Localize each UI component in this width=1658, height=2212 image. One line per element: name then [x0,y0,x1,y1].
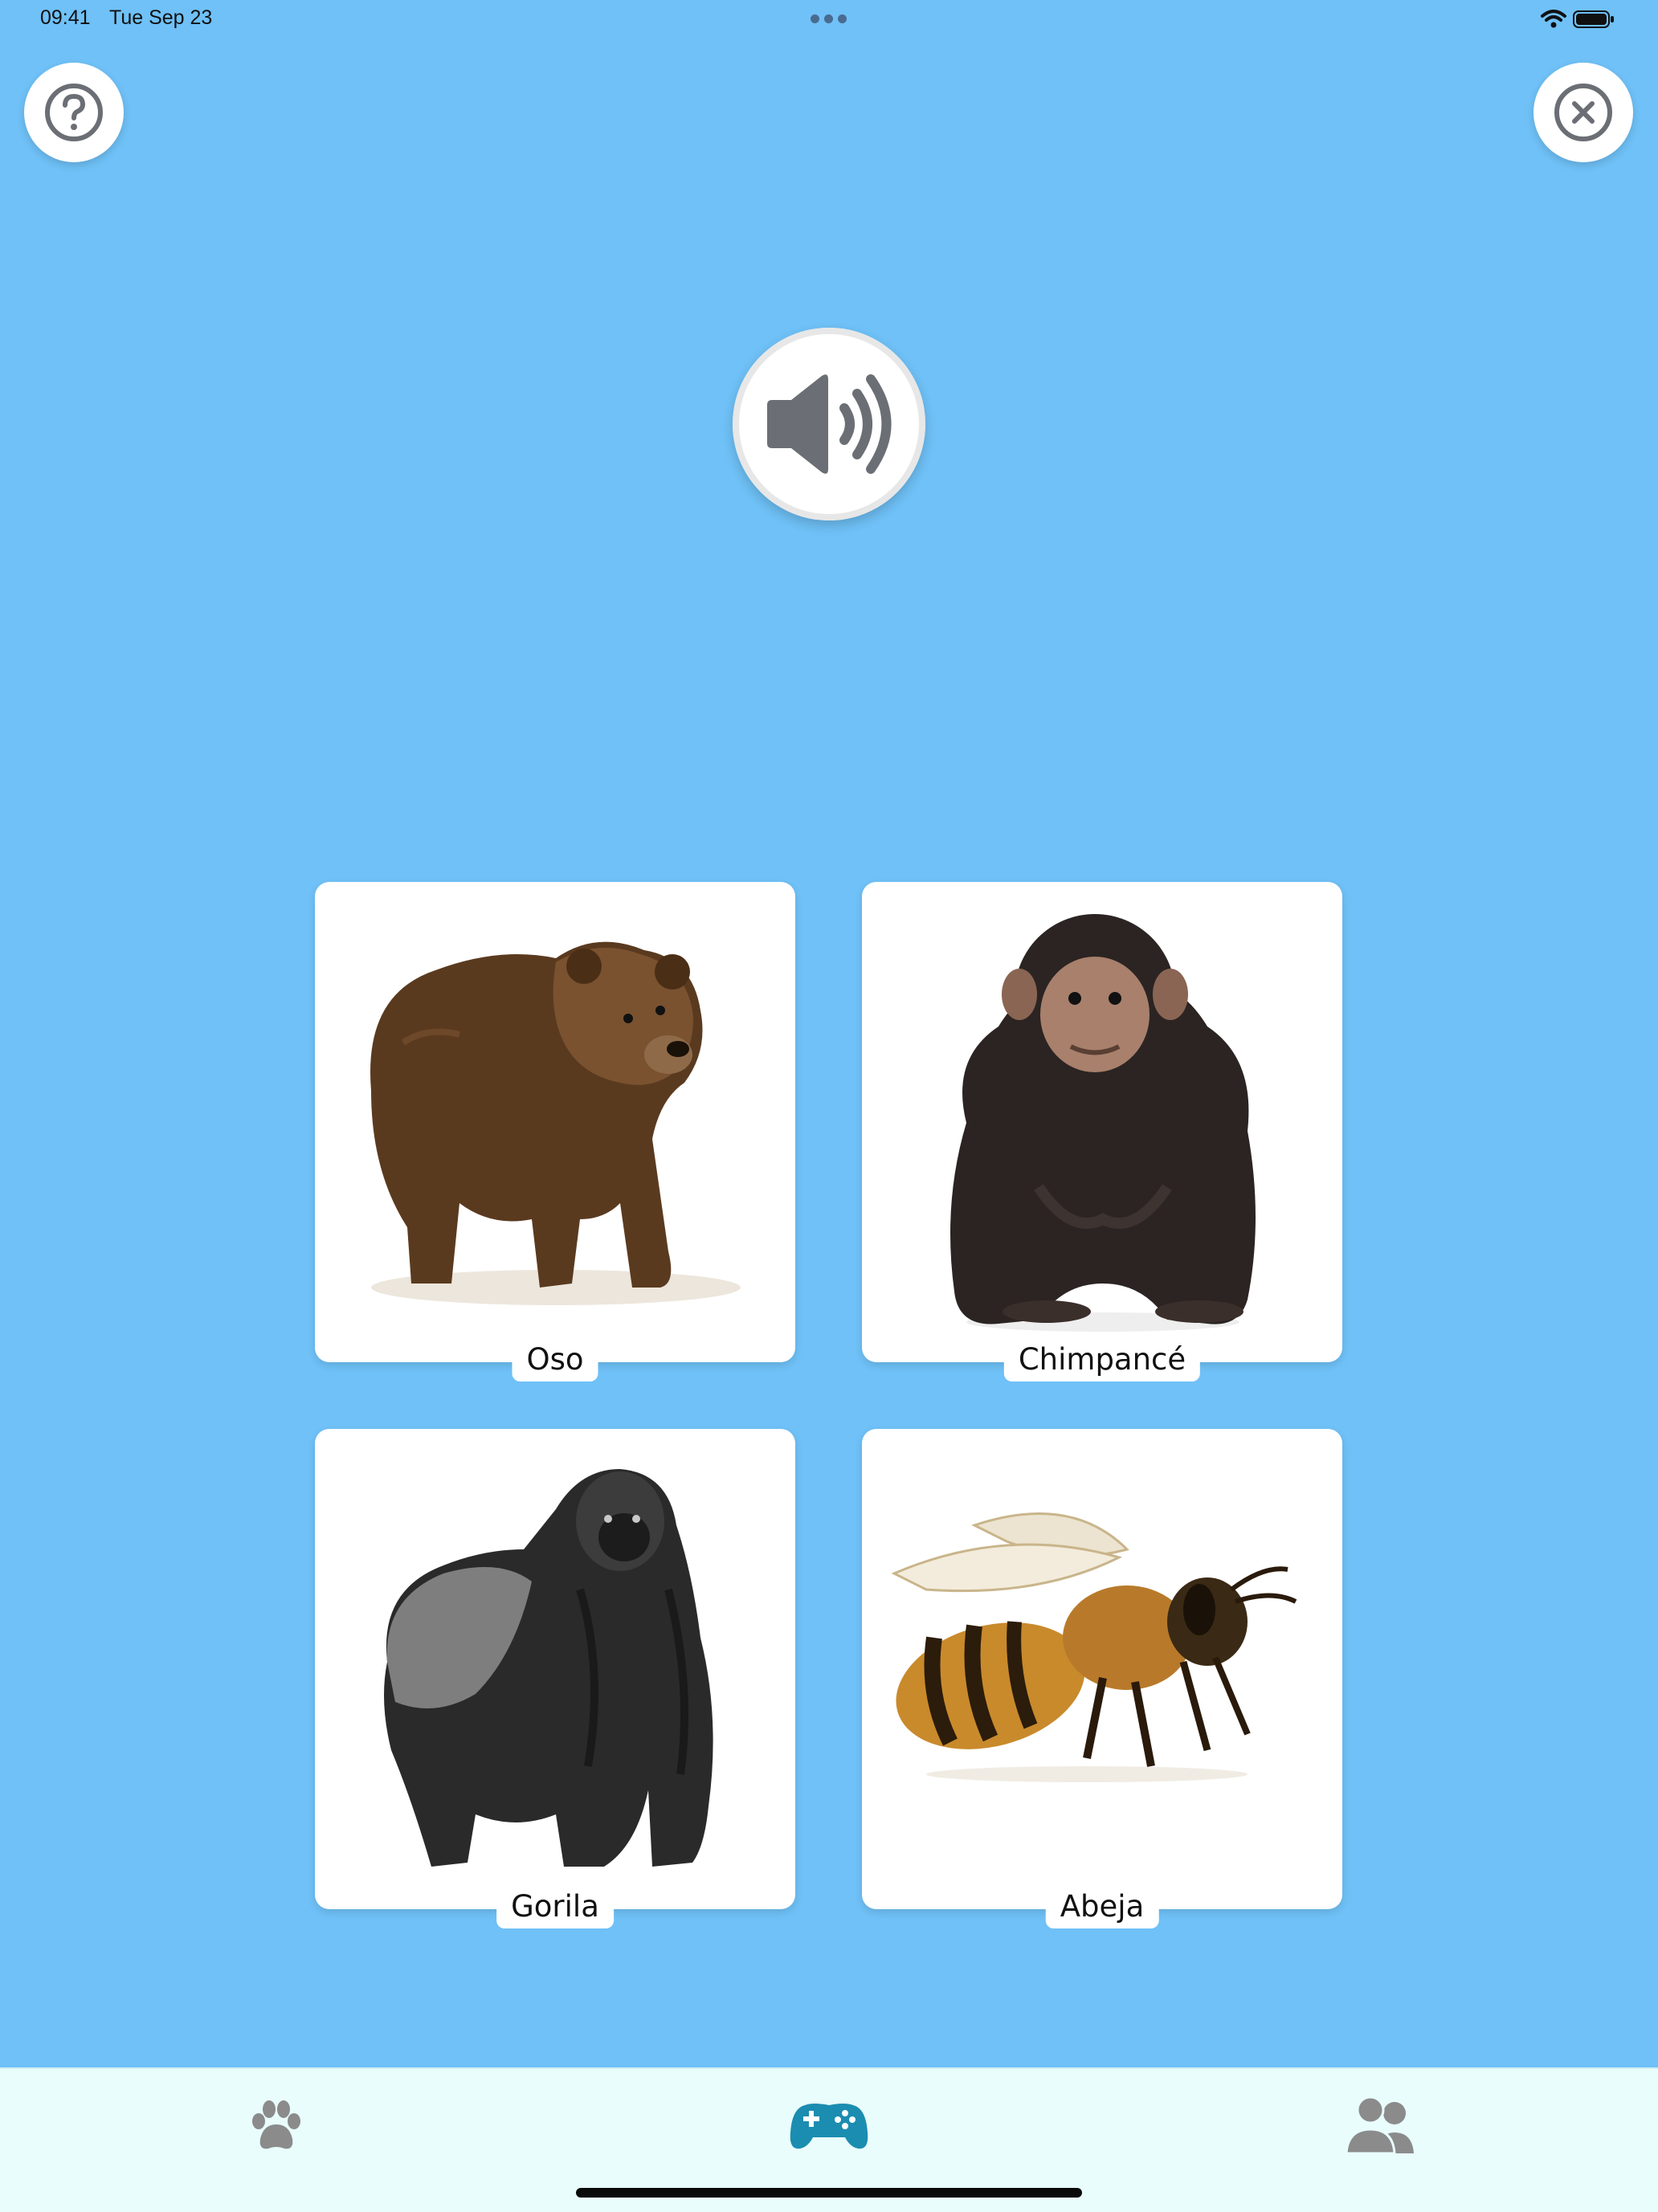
status-time: 09:41 [40,6,91,29]
answer-card-abeja[interactable]: Abeja [862,1429,1342,1928]
answer-card-chimpance[interactable]: Chimpancé [862,882,1342,1381]
chimpanzee-image [950,914,1256,1332]
play-audio-button[interactable] [733,328,925,520]
answer-card-label: Abeja [1045,1888,1159,1928]
tab-profile[interactable] [1337,2090,1425,2162]
question-circle-icon [45,84,103,141]
answer-card-label: Chimpancé [1003,1341,1201,1381]
home-indicator[interactable] [576,2188,1082,2198]
bee-image [891,1512,1297,1782]
wifi-icon [1541,10,1566,28]
gorilla-image [384,1469,713,1867]
tab-games[interactable] [785,2090,873,2162]
tab-animals[interactable] [232,2090,321,2162]
answer-card-oso[interactable]: Oso [315,882,795,1381]
gamepad-icon [790,2104,868,2149]
status-date: Tue Sep 23 [109,6,213,29]
speaker-volume-icon [767,374,892,474]
bear-image [370,941,741,1305]
battery-icon [1573,10,1614,28]
status-bar: 09:41 Tue Sep 23 [0,0,1658,39]
help-button[interactable] [24,63,124,162]
answer-card-label: Gorila [496,1888,614,1928]
users-icon [1345,2096,1414,2155]
close-button[interactable] [1533,63,1633,162]
answer-card-gorila[interactable]: Gorila [315,1429,795,1928]
paw-icon [252,2100,300,2149]
answer-card-label: Oso [512,1341,598,1381]
multitasking-dots-icon[interactable] [811,14,847,24]
close-circle-icon [1554,84,1612,141]
